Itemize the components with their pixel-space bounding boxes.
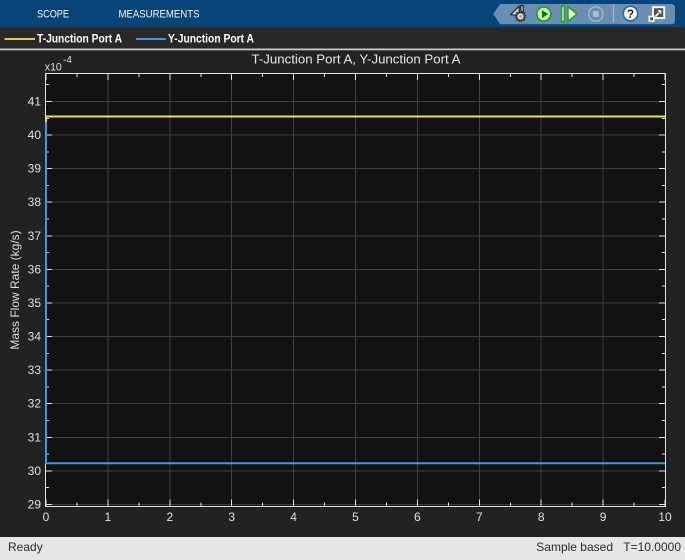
svg-text:-4: -4 bbox=[63, 55, 72, 66]
svg-text:38: 38 bbox=[28, 195, 42, 209]
svg-text:32: 32 bbox=[28, 397, 42, 411]
svg-text:?: ? bbox=[627, 9, 634, 21]
svg-text:10: 10 bbox=[658, 510, 672, 524]
svg-text:7: 7 bbox=[476, 510, 483, 524]
svg-text:6: 6 bbox=[414, 510, 421, 524]
svg-text:T-Junction Port A: T-Junction Port A bbox=[37, 31, 122, 45]
svg-text:37: 37 bbox=[28, 229, 42, 243]
svg-text:MEASUREMENTS: MEASUREMENTS bbox=[119, 9, 200, 21]
svg-text:Mass Flow Rate (kg/s): Mass Flow Rate (kg/s) bbox=[8, 230, 22, 349]
svg-text:9: 9 bbox=[600, 510, 607, 524]
svg-text:41: 41 bbox=[28, 95, 42, 109]
svg-text:x10: x10 bbox=[45, 62, 62, 74]
svg-text:31: 31 bbox=[28, 430, 42, 444]
svg-text:3: 3 bbox=[228, 510, 235, 524]
svg-text:39: 39 bbox=[28, 162, 42, 176]
svg-text:1: 1 bbox=[105, 510, 112, 524]
svg-text:0: 0 bbox=[43, 510, 50, 524]
svg-text:34: 34 bbox=[28, 330, 42, 344]
svg-text:29: 29 bbox=[28, 497, 42, 511]
svg-text:36: 36 bbox=[28, 262, 42, 276]
svg-text:35: 35 bbox=[28, 296, 42, 310]
svg-text:40: 40 bbox=[28, 128, 42, 142]
svg-text:4: 4 bbox=[290, 510, 297, 524]
svg-text:2: 2 bbox=[166, 510, 173, 524]
svg-text:Y-Junction Port A: Y-Junction Port A bbox=[168, 31, 254, 45]
svg-text:SCOPE: SCOPE bbox=[37, 9, 69, 21]
svg-text:30: 30 bbox=[28, 464, 42, 478]
svg-text:5: 5 bbox=[352, 510, 359, 524]
svg-text:T-Junction Port A, Y-Junction: T-Junction Port A, Y-Junction Port A bbox=[252, 52, 461, 67]
svg-text:33: 33 bbox=[28, 363, 42, 377]
svg-text:8: 8 bbox=[538, 510, 545, 524]
